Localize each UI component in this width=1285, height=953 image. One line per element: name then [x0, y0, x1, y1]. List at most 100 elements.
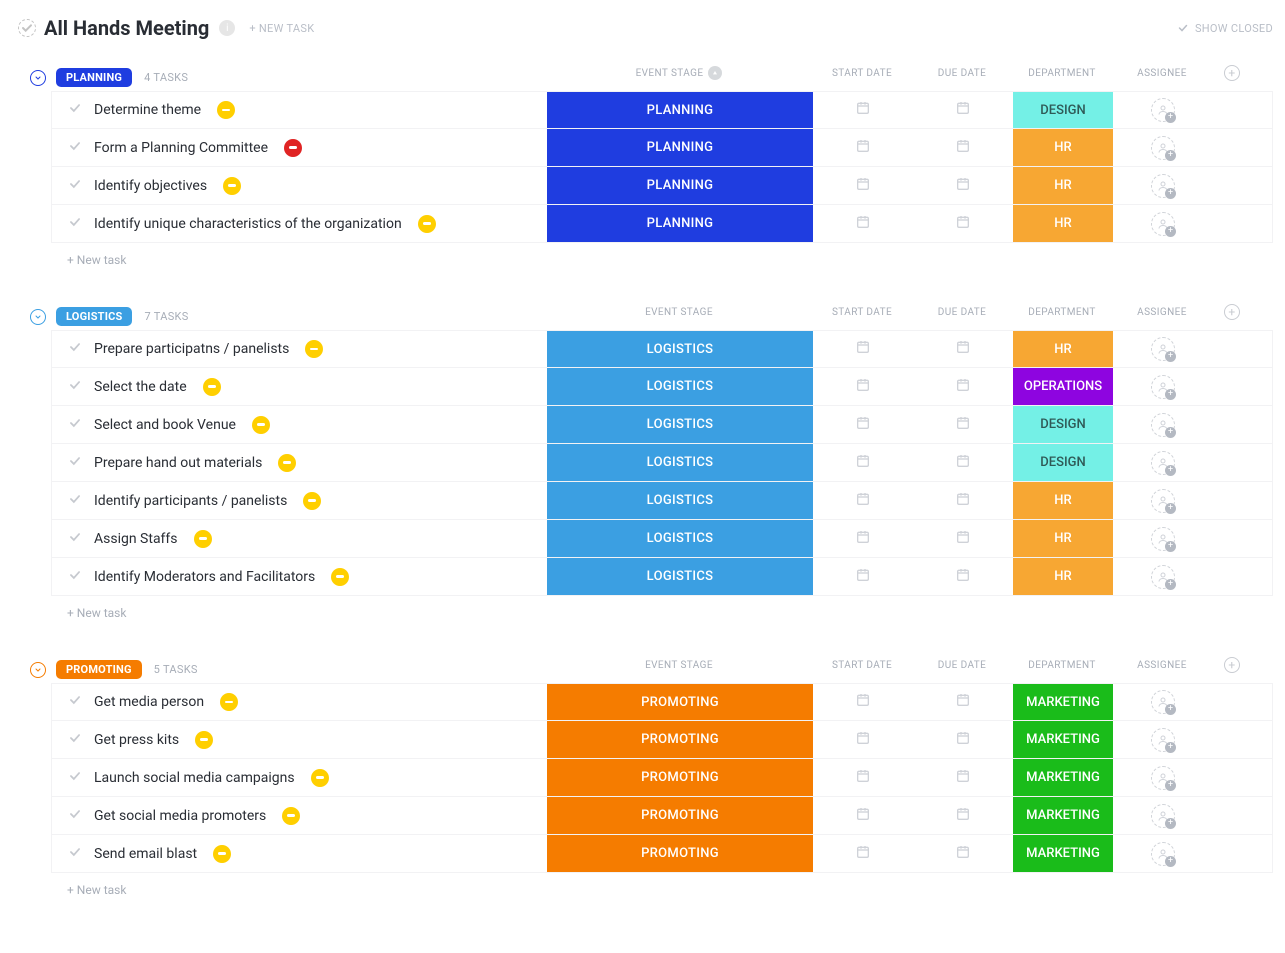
new-task-button[interactable]: + NEW TASK — [249, 22, 314, 35]
start-date-cell[interactable] — [813, 835, 913, 872]
department-cell[interactable]: HR — [1013, 520, 1113, 557]
event-stage-cell[interactable]: LOGISTICS — [547, 331, 813, 367]
due-date-cell[interactable] — [913, 759, 1013, 796]
due-date-cell[interactable] — [913, 406, 1013, 443]
event-stage-cell[interactable]: LOGISTICS — [547, 482, 813, 519]
event-stage-cell[interactable]: LOGISTICS — [547, 406, 813, 443]
assign-user-icon[interactable]: + — [1151, 842, 1175, 866]
due-date-cell[interactable] — [913, 835, 1013, 872]
department-cell[interactable]: MARKETING — [1013, 684, 1113, 720]
task-row[interactable]: Prepare participatns / panelists LOGISTI… — [51, 330, 1273, 368]
event-stage-cell[interactable]: LOGISTICS — [547, 558, 813, 595]
priority-icon[interactable] — [194, 530, 212, 548]
complete-check-icon[interactable] — [68, 731, 82, 749]
task-row[interactable]: Get press kits PROMOTING MARKETING + — [51, 721, 1273, 759]
task-row[interactable]: Identify participants / panelists LOGIST… — [51, 482, 1273, 520]
assignee-cell[interactable]: + — [1113, 129, 1213, 166]
info-icon[interactable]: i — [219, 20, 235, 36]
task-row[interactable]: Launch social media campaigns PROMOTING … — [51, 759, 1273, 797]
department-cell[interactable]: DESIGN — [1013, 406, 1113, 443]
complete-check-icon[interactable] — [68, 530, 82, 548]
start-date-cell[interactable] — [813, 444, 913, 481]
assign-user-icon[interactable]: + — [1151, 766, 1175, 790]
due-date-cell[interactable] — [913, 482, 1013, 519]
task-row[interactable]: Form a Planning Committee PLANNING HR + — [51, 129, 1273, 167]
task-row[interactable]: Prepare hand out materials LOGISTICS DES… — [51, 444, 1273, 482]
start-date-cell[interactable] — [813, 520, 913, 557]
complete-check-icon[interactable] — [68, 139, 82, 157]
priority-icon[interactable] — [303, 492, 321, 510]
event-stage-cell[interactable]: PLANNING — [547, 92, 813, 128]
group-badge[interactable]: PLANNING — [56, 68, 132, 87]
department-cell[interactable]: OPERATIONS — [1013, 368, 1113, 405]
start-date-cell[interactable] — [813, 759, 913, 796]
department-cell[interactable]: MARKETING — [1013, 721, 1113, 758]
assign-user-icon[interactable]: + — [1151, 375, 1175, 399]
due-date-cell[interactable] — [913, 205, 1013, 242]
new-task-row[interactable]: + New task — [51, 873, 1273, 907]
department-cell[interactable]: MARKETING — [1013, 797, 1113, 834]
assignee-cell[interactable]: + — [1113, 759, 1213, 796]
assignee-cell[interactable]: + — [1113, 797, 1213, 834]
complete-check-icon[interactable] — [68, 769, 82, 787]
start-date-cell[interactable] — [813, 721, 913, 758]
priority-icon[interactable] — [284, 139, 302, 157]
assign-user-icon[interactable]: + — [1151, 136, 1175, 160]
department-cell[interactable]: MARKETING — [1013, 835, 1113, 872]
start-date-cell[interactable] — [813, 92, 913, 128]
due-date-cell[interactable] — [913, 331, 1013, 367]
assignee-cell[interactable]: + — [1113, 167, 1213, 204]
assignee-cell[interactable]: + — [1113, 684, 1213, 720]
assignee-cell[interactable]: + — [1113, 205, 1213, 242]
new-task-row[interactable]: + New task — [51, 596, 1273, 630]
assign-user-icon[interactable]: + — [1151, 690, 1175, 714]
task-row[interactable]: Select the date LOGISTICS OPERATIONS + — [51, 368, 1273, 406]
department-cell[interactable]: DESIGN — [1013, 444, 1113, 481]
due-date-cell[interactable] — [913, 797, 1013, 834]
assign-user-icon[interactable]: + — [1151, 413, 1175, 437]
department-cell[interactable]: DESIGN — [1013, 92, 1113, 128]
assign-user-icon[interactable]: + — [1151, 337, 1175, 361]
complete-check-icon[interactable] — [68, 845, 82, 863]
assignee-cell[interactable]: + — [1113, 406, 1213, 443]
due-date-cell[interactable] — [913, 684, 1013, 720]
due-date-cell[interactable] — [913, 444, 1013, 481]
assignee-cell[interactable]: + — [1113, 558, 1213, 595]
start-date-cell[interactable] — [813, 482, 913, 519]
complete-check-icon[interactable] — [68, 807, 82, 825]
event-stage-cell[interactable]: LOGISTICS — [547, 444, 813, 481]
assignee-cell[interactable]: + — [1113, 331, 1213, 367]
due-date-cell[interactable] — [913, 558, 1013, 595]
event-stage-cell[interactable]: PROMOTING — [547, 684, 813, 720]
start-date-cell[interactable] — [813, 368, 913, 405]
event-stage-cell[interactable]: PLANNING — [547, 129, 813, 166]
assignee-cell[interactable]: + — [1113, 520, 1213, 557]
group-badge[interactable]: PROMOTING — [56, 660, 142, 679]
event-stage-cell[interactable]: PLANNING — [547, 167, 813, 204]
assign-user-icon[interactable]: + — [1151, 98, 1175, 122]
department-cell[interactable]: HR — [1013, 331, 1113, 367]
priority-icon[interactable] — [223, 177, 241, 195]
assignee-cell[interactable]: + — [1113, 482, 1213, 519]
assignee-cell[interactable]: + — [1113, 835, 1213, 872]
priority-icon[interactable] — [305, 340, 323, 358]
event-stage-cell[interactable]: PROMOTING — [547, 797, 813, 834]
priority-icon[interactable] — [278, 454, 296, 472]
event-stage-cell[interactable]: LOGISTICS — [547, 520, 813, 557]
start-date-cell[interactable] — [813, 558, 913, 595]
complete-check-icon[interactable] — [68, 378, 82, 396]
start-date-cell[interactable] — [813, 406, 913, 443]
task-row[interactable]: Get social media promoters PROMOTING MAR… — [51, 797, 1273, 835]
due-date-cell[interactable] — [913, 92, 1013, 128]
priority-icon[interactable] — [220, 693, 238, 711]
due-date-cell[interactable] — [913, 167, 1013, 204]
complete-check-icon[interactable] — [68, 340, 82, 358]
priority-icon[interactable] — [331, 568, 349, 586]
department-cell[interactable]: HR — [1013, 205, 1113, 242]
assign-user-icon[interactable]: + — [1151, 565, 1175, 589]
event-stage-cell[interactable]: PROMOTING — [547, 835, 813, 872]
complete-check-icon[interactable] — [68, 454, 82, 472]
priority-icon[interactable] — [418, 215, 436, 233]
start-date-cell[interactable] — [813, 205, 913, 242]
assign-user-icon[interactable]: + — [1151, 489, 1175, 513]
